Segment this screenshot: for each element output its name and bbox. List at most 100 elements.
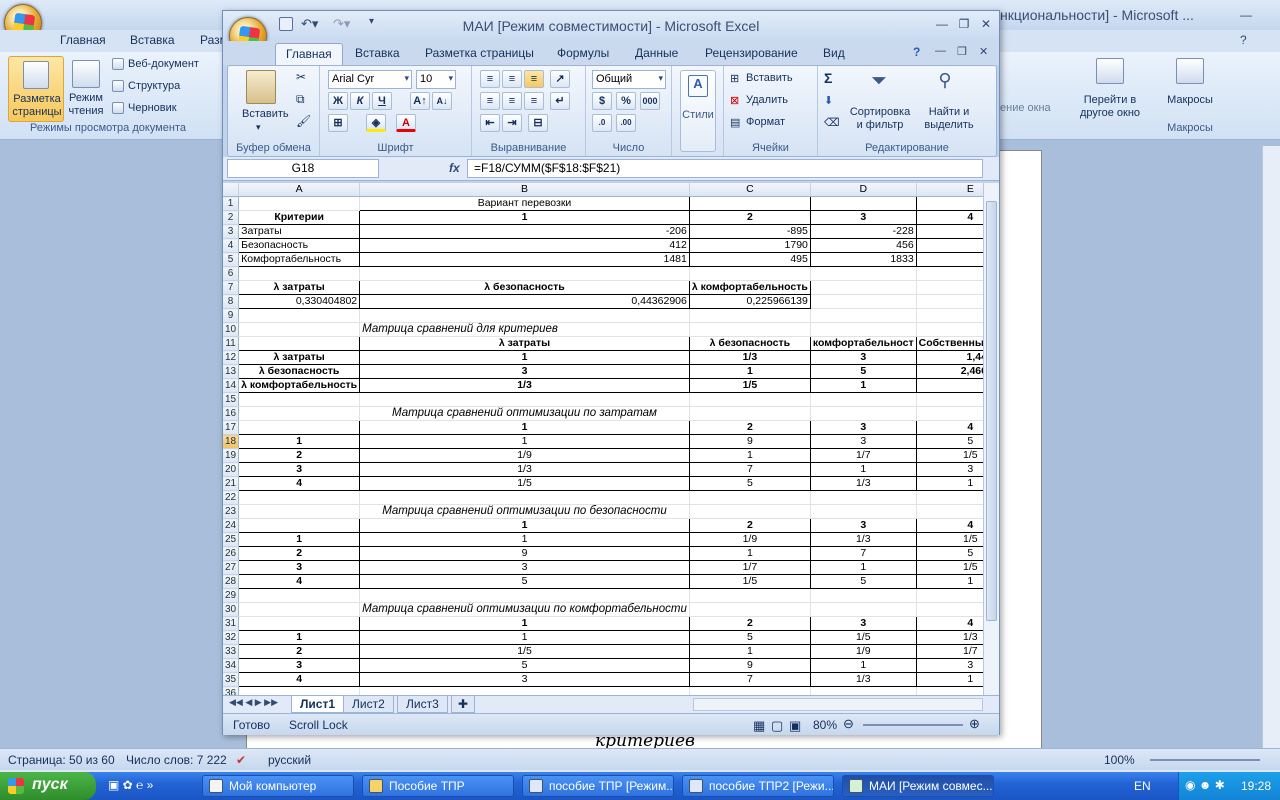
word-count[interactable]: Число слов: 7 222: [126, 753, 227, 767]
cell-e25[interactable]: 1/5: [915, 532, 983, 547]
cell-b9[interactable]: [359, 308, 690, 323]
cell-b8[interactable]: 0,44362906: [359, 294, 690, 309]
percent-icon[interactable]: %: [616, 92, 636, 110]
close-icon[interactable]: ✕: [975, 15, 997, 33]
row-header[interactable]: 36: [223, 686, 240, 695]
cell-e31[interactable]: 4: [915, 616, 983, 631]
insert-cells-button[interactable]: Вставить: [746, 72, 793, 84]
insert-sheet-icon[interactable]: ✚: [451, 696, 476, 713]
cell-a30[interactable]: [238, 602, 361, 617]
format-cells-button[interactable]: Формат: [746, 116, 785, 128]
cell-a11[interactable]: [238, 336, 361, 351]
cell-a17[interactable]: [238, 420, 361, 435]
cell-c21[interactable]: 5: [688, 476, 811, 491]
cell-b15[interactable]: [359, 392, 690, 407]
cell-c26[interactable]: 1: [688, 546, 811, 561]
cell-e35[interactable]: 1: [915, 672, 983, 687]
cell-c18[interactable]: 9: [688, 434, 811, 449]
cell-b24[interactable]: 1: [359, 518, 690, 533]
tab-formulas[interactable]: Формулы: [557, 46, 609, 60]
currency-icon[interactable]: $: [592, 92, 612, 110]
cell-b34[interactable]: 5: [359, 658, 690, 673]
row-header[interactable]: 25: [223, 532, 240, 547]
cell-a12[interactable]: λ затраты: [238, 350, 361, 365]
cell-b2[interactable]: 1: [359, 210, 690, 225]
fill-icon[interactable]: ⬇: [824, 94, 833, 107]
cell-c36[interactable]: [689, 686, 811, 695]
cell-c20[interactable]: 7: [688, 462, 811, 477]
cell-c30[interactable]: [689, 602, 811, 617]
cell-d7[interactable]: [810, 280, 917, 295]
cell-a31[interactable]: [238, 616, 361, 631]
cell-b16[interactable]: Матрица сравнений оптимизации по затрата…: [359, 406, 690, 421]
cell-e20[interactable]: 3: [915, 462, 983, 477]
proofing-icon[interactable]: ✔: [236, 753, 246, 767]
taskbar-item-excel[interactable]: МАИ [Режим совмес...: [842, 775, 994, 797]
cell-d24[interactable]: 3: [809, 518, 917, 533]
cell-e18[interactable]: 5: [915, 434, 983, 449]
cell-d28[interactable]: 5: [809, 574, 917, 589]
cell-c17[interactable]: 2: [688, 420, 811, 435]
cell-a8[interactable]: 0,330404802: [238, 294, 361, 309]
cell-d32[interactable]: 1/5: [809, 630, 917, 645]
paste-dropdown-icon[interactable]: ▾: [256, 122, 261, 133]
cell-c6[interactable]: [689, 266, 811, 281]
cell-e13[interactable]: 2,466212074: [915, 364, 983, 379]
cell-d4[interactable]: 456: [809, 238, 917, 253]
cell-e14[interactable]: 1: [915, 378, 983, 393]
column-header-b[interactable]: B: [359, 183, 690, 197]
row-header[interactable]: 9: [223, 308, 240, 323]
cell-d18[interactable]: 3: [809, 434, 917, 449]
name-box[interactable]: G18: [227, 159, 379, 178]
cell-b33[interactable]: 1/5: [359, 644, 690, 659]
cell-c25[interactable]: 1/9: [688, 532, 811, 547]
cell-c16[interactable]: [689, 406, 811, 421]
formula-input[interactable]: =F18/СУММ($F$18:$F$21): [467, 159, 983, 178]
format-painter-icon[interactable]: 🖌: [296, 114, 311, 128]
row-header[interactable]: 30: [223, 602, 240, 617]
tab-view[interactable]: Вид: [823, 46, 845, 60]
cell-a36[interactable]: [238, 686, 361, 695]
cell-a10[interactable]: [238, 322, 361, 337]
increase-font-icon[interactable]: A↑: [410, 92, 430, 110]
cell-a9[interactable]: [238, 308, 361, 323]
cell-d30[interactable]: [810, 602, 917, 617]
decrease-indent-icon[interactable]: ⇤: [480, 114, 500, 132]
cell-a18[interactable]: 1: [238, 434, 361, 449]
cell-b12[interactable]: 1: [359, 350, 690, 365]
cell-b10[interactable]: Матрица сравнений для критериев: [359, 322, 690, 337]
cell-c15[interactable]: [689, 392, 811, 407]
row-header[interactable]: 22: [223, 490, 240, 505]
cell-a20[interactable]: 3: [238, 462, 361, 477]
excel-zoom-slider[interactable]: [863, 724, 963, 726]
cell-b19[interactable]: 1/9: [359, 448, 690, 463]
cell-b13[interactable]: 3: [359, 364, 690, 379]
align-bottom-icon[interactable]: ≡: [524, 70, 544, 88]
cell-e27[interactable]: 1/5: [915, 560, 983, 575]
wrap-text-icon[interactable]: ↵: [550, 92, 570, 110]
sheet-tab-3[interactable]: Лист3: [397, 696, 448, 713]
row-header[interactable]: 32: [223, 630, 240, 645]
word-tab-home[interactable]: Главная: [60, 33, 106, 47]
cell-d23[interactable]: [810, 504, 917, 519]
row-header[interactable]: 5: [223, 252, 240, 267]
cell-a29[interactable]: [238, 588, 361, 603]
cell-c10[interactable]: [689, 322, 811, 337]
cell-e32[interactable]: 1/3: [915, 630, 983, 645]
cell-d20[interactable]: 1: [809, 462, 917, 477]
cell-b14[interactable]: 1/3: [359, 378, 690, 393]
cell-d22[interactable]: [810, 490, 917, 505]
cell-a28[interactable]: 4: [238, 574, 361, 589]
cell-c5[interactable]: 495: [688, 252, 811, 267]
language-indicator[interactable]: русский: [268, 753, 311, 767]
align-middle-icon[interactable]: ≡: [502, 70, 522, 88]
cell-d17[interactable]: 3: [809, 420, 917, 435]
row-header[interactable]: 18: [223, 434, 240, 449]
column-header-e[interactable]: E: [916, 183, 983, 197]
cell-d29[interactable]: [810, 588, 917, 603]
clear-icon[interactable]: ⌫: [824, 116, 840, 129]
cell-d5[interactable]: 1833: [809, 252, 917, 267]
column-header-c[interactable]: C: [689, 183, 811, 197]
tab-home[interactable]: Главная: [275, 43, 343, 65]
cell-c29[interactable]: [689, 588, 811, 603]
